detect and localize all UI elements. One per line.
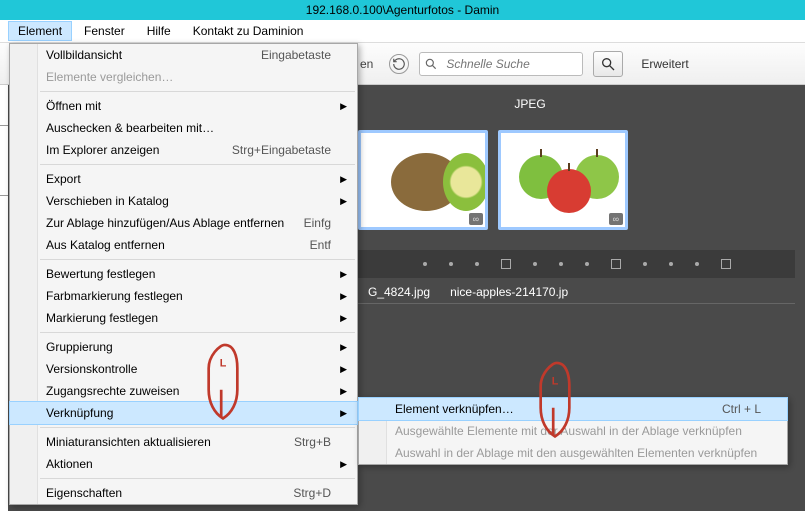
size-option[interactable] xyxy=(611,259,621,269)
menu-item-label: Export xyxy=(46,168,81,190)
menu-item[interactable]: Aus Katalog entfernen Entf xyxy=(10,234,357,256)
menu-item-label: Element verknüpfen… xyxy=(395,398,514,420)
format-label: JPEG xyxy=(410,97,650,111)
menu-item-label: Ausgewählte Elemente mit der Auswahl in … xyxy=(395,420,742,442)
menu-item-label: Versionskontrolle xyxy=(46,358,137,380)
caption-1: G_4824.jpg xyxy=(368,285,430,299)
menubar-item-kontakt[interactable]: Kontakt zu Daminion xyxy=(183,21,314,41)
submenu-arrow-icon: ▶ xyxy=(340,95,347,117)
submenu-arrow-icon: ▶ xyxy=(340,307,347,329)
menu-item[interactable]: Verschieben in Katalog ▶ xyxy=(10,190,357,212)
caption-2: nice-apples-214170.jp xyxy=(450,285,568,299)
submenu-arrow-icon: ▶ xyxy=(340,402,347,424)
menu-item-label: Markierung festlegen xyxy=(46,307,158,329)
submenu-arrow-icon: ▶ xyxy=(340,336,347,358)
menu-item-label: Auswahl in der Ablage mit den ausgewählt… xyxy=(395,442,757,464)
menu-item[interactable]: Eigenschaften Strg+D xyxy=(10,482,357,504)
menu-item[interactable]: Zur Ablage hinzufügen/Aus Ablage entfern… xyxy=(10,212,357,234)
menu-item[interactable]: Farbmarkierung festlegen ▶ xyxy=(10,285,357,307)
advanced-link[interactable]: Erweitert xyxy=(641,57,688,71)
menu-item-label: Elemente vergleichen… xyxy=(46,66,173,88)
menu-item-label: Farbmarkierung festlegen xyxy=(46,285,183,307)
menu-item: Elemente vergleichen… xyxy=(10,66,357,88)
submenu-arrow-icon: ▶ xyxy=(340,358,347,380)
search-button[interactable] xyxy=(593,51,623,77)
menu-item[interactable]: Zugangsrechte zuweisen ▶ xyxy=(10,380,357,402)
menu-item-label: Verschieben in Katalog xyxy=(46,190,169,212)
menu-item[interactable]: Markierung festlegen ▶ xyxy=(10,307,357,329)
menu-item[interactable]: Versionskontrolle ▶ xyxy=(10,358,357,380)
menu-item[interactable]: Export ▶ xyxy=(10,168,357,190)
menu-item-label: Zur Ablage hinzufügen/Aus Ablage entfern… xyxy=(46,212,284,234)
menu-item[interactable]: Im Explorer anzeigen Strg+Eingabetaste xyxy=(10,139,357,161)
verknuepfung-submenu: Element verknüpfen… Ctrl + LAusgewählte E… xyxy=(358,397,788,465)
size-option[interactable] xyxy=(501,259,511,269)
menubar-item-fenster[interactable]: Fenster xyxy=(74,21,135,41)
titlebar: 192.168.0.100\Agenturfotos - Damin xyxy=(0,0,805,20)
menu-item-label: Miniaturansichten aktualisieren xyxy=(46,431,211,453)
link-badge-icon: ∞ xyxy=(469,213,483,225)
menu-item-label: Aus Katalog entfernen xyxy=(46,234,165,256)
menu-item-label: Auschecken & bearbeiten mit… xyxy=(46,117,214,139)
search-input[interactable] xyxy=(442,54,582,74)
menu-item-label: Vollbildansicht xyxy=(46,44,122,66)
ruler-gutter xyxy=(0,85,8,511)
menu-item-label: Bewertung festlegen xyxy=(46,263,155,285)
submenu-arrow-icon: ▶ xyxy=(340,453,347,475)
caption-row: G_4824.jpg nice-apples-214170.jp xyxy=(358,280,795,304)
search-box xyxy=(419,52,583,76)
submenu-arrow-icon: ▶ xyxy=(340,380,347,402)
menu-item-label: Im Explorer anzeigen xyxy=(46,139,159,161)
magnifier-icon xyxy=(600,56,616,72)
menu-item-label: Öffnen mit xyxy=(46,95,101,117)
menubar-item-hilfe[interactable]: Hilfe xyxy=(137,21,181,41)
menu-item: Auswahl in der Ablage mit den ausgewählt… xyxy=(359,442,787,464)
menu-item-label: Aktionen xyxy=(46,453,93,475)
menu-item-shortcut: Strg+B xyxy=(294,431,331,453)
submenu-arrow-icon: ▶ xyxy=(340,263,347,285)
menu-item[interactable]: Auschecken & bearbeiten mit… xyxy=(10,117,357,139)
menu-item[interactable]: Miniaturansichten aktualisieren Strg+B xyxy=(10,431,357,453)
size-option[interactable] xyxy=(721,259,731,269)
menu-item-shortcut: Einfg xyxy=(304,212,331,234)
refresh-icon xyxy=(392,57,406,71)
menu-item-label: Zugangsrechte zuweisen xyxy=(46,380,179,402)
refresh-button[interactable] xyxy=(389,54,409,74)
menu-item-shortcut: Strg+D xyxy=(293,482,331,504)
menu-item-label: Verknüpfung xyxy=(46,402,113,424)
menu-item[interactable]: Bewertung festlegen ▶ xyxy=(10,263,357,285)
menu-item-shortcut: Entf xyxy=(310,234,331,256)
menu-item-label: Eigenschaften xyxy=(46,482,122,504)
submenu-arrow-icon: ▶ xyxy=(340,168,347,190)
thumbnail-apples[interactable]: ∞ xyxy=(498,130,628,230)
menu-item-shortcut: Strg+Eingabetaste xyxy=(232,139,331,161)
search-icon xyxy=(420,57,442,71)
menu-item-label: Gruppierung xyxy=(46,336,113,358)
menu-item-shortcut: Ctrl + L xyxy=(722,398,761,420)
submenu-arrow-icon: ▶ xyxy=(340,190,347,212)
menu-item[interactable]: Verknüpfung ▶ xyxy=(9,401,358,425)
menu-item[interactable]: Vollbildansicht Eingabetaste xyxy=(10,44,357,66)
link-badge-icon: ∞ xyxy=(609,213,623,225)
menu-item[interactable]: Element verknüpfen… Ctrl + L xyxy=(358,397,788,421)
menu-item[interactable]: Gruppierung ▶ xyxy=(10,336,357,358)
menubar: Element Fenster Hilfe Kontakt zu Daminio… xyxy=(0,20,805,43)
menu-item[interactable]: Öffnen mit ▶ xyxy=(10,95,357,117)
menu-item-shortcut: Eingabetaste xyxy=(261,44,331,66)
menu-item: Ausgewählte Elemente mit der Auswahl in … xyxy=(359,420,787,442)
menubar-item-element[interactable]: Element xyxy=(8,21,72,41)
menu-item[interactable]: Aktionen ▶ xyxy=(10,453,357,475)
toolbar-text-fragment: en xyxy=(360,57,373,71)
submenu-arrow-icon: ▶ xyxy=(340,285,347,307)
size-slider-row xyxy=(358,250,795,278)
element-menu: Vollbildansicht Eingabetaste Elemente verg… xyxy=(9,43,358,505)
thumbnail-kiwi[interactable]: ∞ xyxy=(358,130,488,230)
thumbnail-row: ∞ ∞ xyxy=(358,130,628,230)
